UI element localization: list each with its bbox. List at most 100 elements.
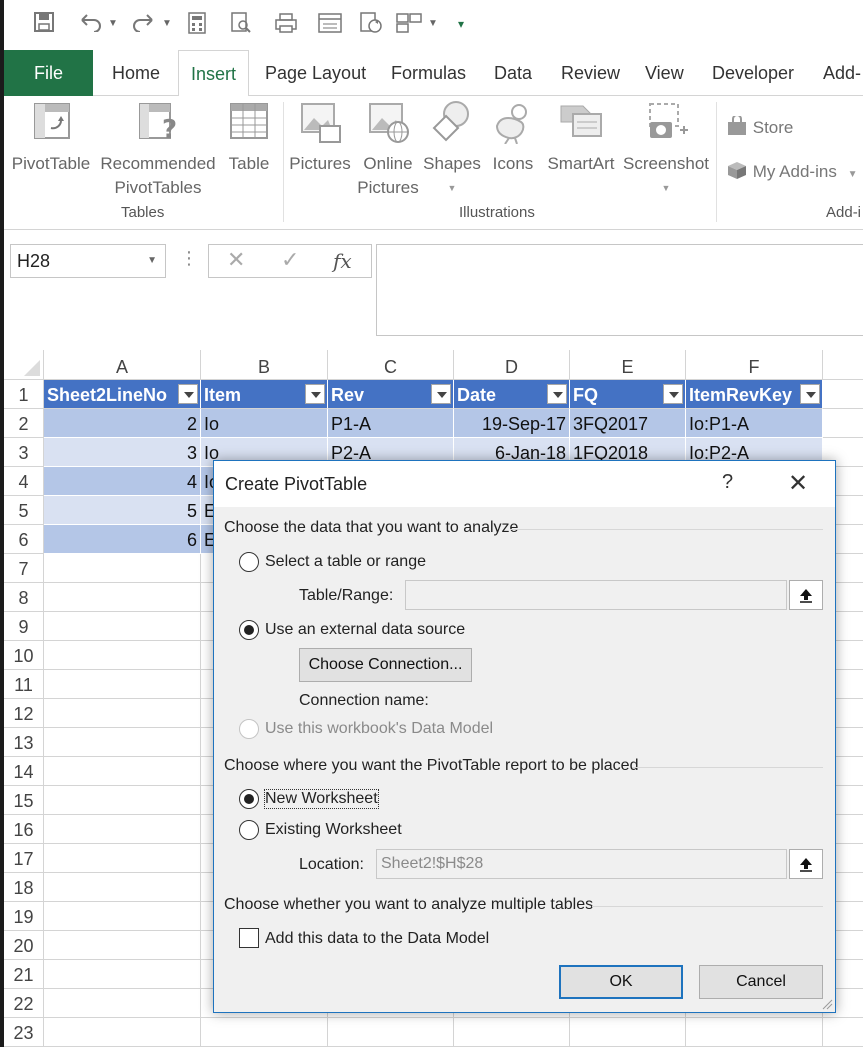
row-header[interactable]: 17 <box>4 844 44 873</box>
new-worksheet-radio[interactable] <box>239 789 259 809</box>
close-icon[interactable]: ✕ <box>788 469 808 498</box>
name-box[interactable]: H28 ▼ <box>10 244 166 278</box>
grid-cell[interactable] <box>44 728 201 757</box>
tab-view[interactable]: View <box>645 50 684 96</box>
row-header[interactable]: 6 <box>4 525 44 554</box>
grid-cell[interactable] <box>44 931 201 960</box>
row-header[interactable]: 5 <box>4 496 44 525</box>
table-cell[interactable]: 3 <box>44 438 201 467</box>
layout-icon[interactable] <box>396 12 422 36</box>
grid-cell[interactable] <box>44 612 201 641</box>
grid-cell[interactable] <box>44 815 201 844</box>
choose-connection-button[interactable]: Choose Connection... <box>299 648 472 682</box>
grid-cell[interactable] <box>328 1018 454 1047</box>
online-pictures-button[interactable]: Online Pictures <box>356 100 420 200</box>
resize-grip-icon[interactable] <box>821 998 833 1010</box>
save-icon[interactable] <box>34 12 54 36</box>
table-cell[interactable]: 6 <box>44 525 201 554</box>
cancel-entry-icon[interactable]: ✕ <box>227 247 245 273</box>
grid-cell[interactable] <box>44 554 201 583</box>
name-box-dropdown-icon[interactable]: ▼ <box>147 245 157 277</box>
column-header-d[interactable]: D <box>454 350 570 380</box>
row-header[interactable]: 19 <box>4 902 44 931</box>
grid-cell[interactable] <box>823 380 863 409</box>
filter-dropdown-icon[interactable] <box>663 384 683 404</box>
table-cell[interactable]: 19-Sep-17 <box>454 409 570 438</box>
existing-worksheet-label[interactable]: Existing Worksheet <box>265 821 402 839</box>
add-data-model-checkbox[interactable] <box>239 928 259 948</box>
grid-cell[interactable] <box>44 960 201 989</box>
help-button[interactable]: ? <box>722 471 733 494</box>
grid-cell[interactable] <box>686 1018 823 1047</box>
tab-addins[interactable]: Add- <box>823 50 861 96</box>
grid-cell[interactable] <box>44 786 201 815</box>
table-range-input[interactable] <box>405 580 787 610</box>
row-header[interactable]: 10 <box>4 641 44 670</box>
grid-cell[interactable] <box>44 670 201 699</box>
row-header[interactable]: 12 <box>4 699 44 728</box>
table-header-cell[interactable]: Date <box>454 380 570 409</box>
grid-cell[interactable] <box>44 699 201 728</box>
row-header[interactable]: 1 <box>4 380 44 409</box>
column-header-g[interactable] <box>823 350 863 380</box>
undo-icon[interactable] <box>78 12 102 36</box>
row-header[interactable]: 9 <box>4 612 44 641</box>
recommended-pivottables-button[interactable]: ? Recommended PivotTables <box>96 100 220 200</box>
row-header[interactable]: 23 <box>4 1018 44 1047</box>
row-header[interactable]: 3 <box>4 438 44 467</box>
table-cell[interactable]: 4 <box>44 467 201 496</box>
row-header[interactable]: 4 <box>4 467 44 496</box>
insert-function-icon[interactable]: fx <box>333 249 352 273</box>
calculator-icon[interactable] <box>188 12 206 36</box>
redo-dropdown-icon[interactable]: ▼ <box>162 12 172 36</box>
new-worksheet-label[interactable]: New Worksheet <box>264 789 379 809</box>
tab-home[interactable]: Home <box>112 50 160 96</box>
table-header-cell[interactable]: Sheet2LineNo <box>44 380 201 409</box>
row-header[interactable]: 21 <box>4 960 44 989</box>
row-header[interactable]: 8 <box>4 583 44 612</box>
grid-cell[interactable] <box>823 409 863 438</box>
grid-cell[interactable] <box>44 583 201 612</box>
formula-input[interactable] <box>376 244 863 336</box>
location-collapse-button[interactable] <box>789 849 823 879</box>
row-header[interactable]: 16 <box>4 815 44 844</box>
row-header[interactable]: 18 <box>4 873 44 902</box>
table-cell[interactable]: P1-A <box>328 409 454 438</box>
select-all-corner[interactable] <box>4 350 44 380</box>
column-header-b[interactable]: B <box>201 350 328 380</box>
tab-formulas[interactable]: Formulas <box>391 50 466 96</box>
table-cell[interactable]: 2 <box>44 409 201 438</box>
column-header-c[interactable]: C <box>328 350 454 380</box>
grid-cell[interactable] <box>44 873 201 902</box>
table-header-cell[interactable]: ItemRevKey <box>686 380 823 409</box>
refresh-icon[interactable] <box>360 12 384 36</box>
grid-cell[interactable] <box>44 641 201 670</box>
undo-dropdown-icon[interactable]: ▼ <box>108 12 118 36</box>
table-cell[interactable]: 3FQ2017 <box>570 409 686 438</box>
screenshot-button[interactable]: Screenshot ▼ <box>620 100 712 200</box>
customize-qat-icon[interactable]: ▾ <box>458 12 464 36</box>
my-addins-button[interactable]: My Add-ins ▼ <box>726 160 857 182</box>
table-cell[interactable]: 5 <box>44 496 201 525</box>
filter-dropdown-icon[interactable] <box>178 384 198 404</box>
grid-cell[interactable] <box>454 1018 570 1047</box>
column-header-f[interactable]: F <box>686 350 823 380</box>
tab-file[interactable]: File <box>4 50 93 96</box>
grid-cell[interactable] <box>44 1018 201 1047</box>
row-header[interactable]: 15 <box>4 786 44 815</box>
form-icon[interactable] <box>318 12 342 36</box>
select-table-range-label[interactable]: Select a table or range <box>265 553 426 571</box>
formula-bar-splitter-icon[interactable]: ⋮ <box>180 248 198 269</box>
grid-cell[interactable] <box>570 1018 686 1047</box>
filter-dropdown-icon[interactable] <box>431 384 451 404</box>
grid-cell[interactable] <box>44 902 201 931</box>
table-button[interactable]: Table <box>224 100 274 176</box>
filter-dropdown-icon[interactable] <box>305 384 325 404</box>
layout-dropdown-icon[interactable]: ▼ <box>428 12 438 36</box>
smartart-button[interactable]: SmartArt <box>542 100 620 176</box>
row-header[interactable]: 2 <box>4 409 44 438</box>
table-range-collapse-button[interactable] <box>789 580 823 610</box>
external-source-radio[interactable] <box>239 620 259 640</box>
filter-dropdown-icon[interactable] <box>547 384 567 404</box>
table-header-cell[interactable]: Rev <box>328 380 454 409</box>
